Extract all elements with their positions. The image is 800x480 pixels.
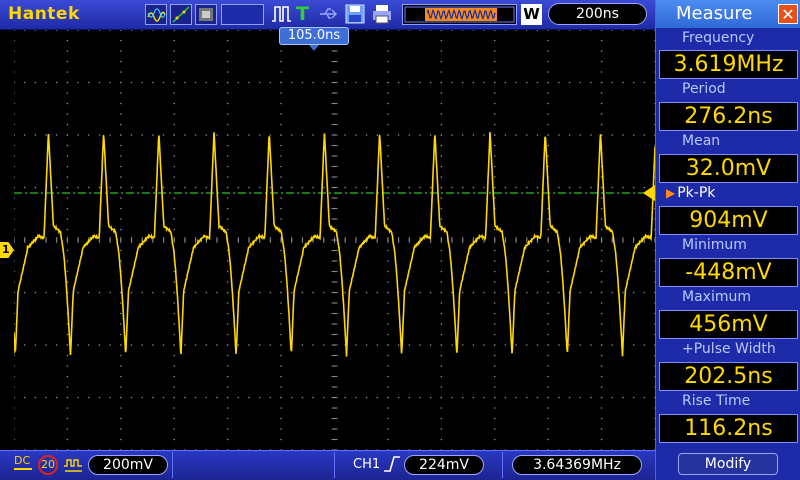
ch1-volts-per-div[interactable]: 200mV [88,455,168,475]
print-icon[interactable] [371,3,393,25]
frequency-counter: 3.64369MHz [512,455,642,475]
waveform-indicator: W [521,4,542,25]
measure-value-pulse-width[interactable]: 202.5ns [659,362,798,391]
rising-edge-icon [383,453,401,479]
save-icon[interactable] [344,3,366,25]
probe-icon [63,456,85,478]
measure-panel: Measure ✕ Frequency 3.619MHz Period 276.… [655,0,800,480]
selected-arrow-icon: ▶ [666,186,676,200]
divider [334,452,335,478]
pkpk-label-text: Pk-Pk [677,185,716,201]
coupling-label: DC [14,454,31,467]
trigger-level-marker[interactable] [643,185,655,201]
top-toolbar: Hantek T W 200ns [0,0,655,30]
measure-value-period[interactable]: 276.2ns [659,102,798,131]
measure-label-minimum: Minimum [682,237,747,253]
measure-label-period: Period [682,81,726,97]
trigger-source: CH1 [353,457,381,472]
waveform-mode-icon[interactable] [145,4,167,25]
memory-depth-indicator [402,4,517,25]
ch1-ground-marker[interactable]: 1 [0,242,14,258]
measure-value-mean[interactable]: 32.0mV [659,154,798,183]
run-stop-icon[interactable] [270,3,292,25]
dc-coupling-icon [14,468,32,470]
measure-value-maximum[interactable]: 456mV [659,310,798,339]
bw-limit-badge: 20 [38,455,58,475]
close-button[interactable]: ✕ [778,4,798,24]
ch1-waveform [14,131,655,357]
measure-value-rise-time[interactable]: 116.2ns [659,414,798,443]
divider [172,452,173,478]
persistence-icon[interactable] [195,4,217,25]
measure-value-minimum[interactable]: -448mV [659,258,798,287]
measure-label-rise-time: Rise Time [682,393,751,409]
measure-label-frequency: Frequency [682,30,755,46]
timebase-value[interactable]: 200ns [548,3,647,25]
usb-icon [318,3,340,25]
measure-value-pkpk[interactable]: 904mV [659,206,798,235]
measure-label-pulse-width: +Pulse Width [682,341,776,357]
divider [502,452,503,478]
measure-value-frequency[interactable]: 3.619MHz [659,50,798,79]
brand-logo: Hantek [8,4,80,24]
measure-label-mean: Mean [682,133,721,149]
waveform-display[interactable] [14,30,655,450]
ch1-trace [14,131,655,357]
trigger-status-icon: T [296,3,309,25]
trigger-position-label: 105.0ns [279,27,349,45]
acquisition-slot [221,4,264,25]
measure-label-maximum: Maximum [682,289,751,305]
trigger-position-arrow[interactable] [309,45,319,51]
modify-button[interactable]: Modify [678,453,778,475]
measure-label-pkpk: ▶ Pk-Pk [666,185,784,202]
xy-mode-icon[interactable] [170,4,192,25]
trigger-level-value[interactable]: 224mV [404,455,484,475]
